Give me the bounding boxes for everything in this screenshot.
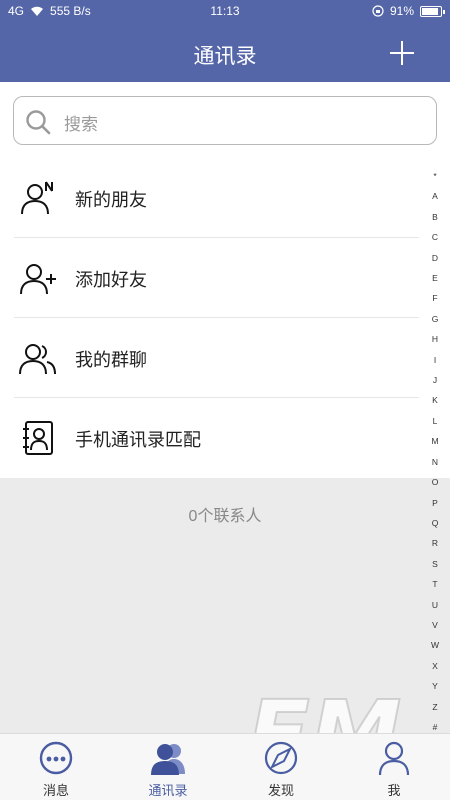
new-friend-icon <box>21 181 53 215</box>
plus-icon[interactable] <box>390 41 414 65</box>
alphabet-index-letter[interactable]: N <box>428 452 442 472</box>
alphabet-index-letter[interactable]: Y <box>428 676 442 696</box>
battery-fill <box>422 7 438 15</box>
alphabet-index-letter[interactable]: F <box>428 288 442 308</box>
menu-item-group-chat[interactable]: 我的群聊 <box>14 318 419 398</box>
tab-profile[interactable]: 我 <box>338 734 450 800</box>
alphabet-index-letter[interactable]: T <box>428 574 442 594</box>
alphabet-index-letter[interactable]: J <box>428 370 442 390</box>
alphabet-index[interactable]: * A B C D E F G H I J K L M N O P Q R S T U V W X Y Z # <box>428 166 442 737</box>
contacts-count: 0个联系人 <box>188 508 262 525</box>
alphabet-index-letter[interactable]: W <box>428 635 442 655</box>
search-area: 搜索 <box>0 82 450 158</box>
tab-contacts[interactable]: 通讯录 <box>112 734 224 800</box>
menu-item-label: 添加好友 <box>75 270 147 290</box>
alphabet-index-letter[interactable]: L <box>428 411 442 431</box>
search-icon <box>26 110 51 135</box>
search-input[interactable]: 搜索 <box>13 96 437 145</box>
alphabet-index-letter[interactable]: K <box>428 390 442 410</box>
discover-icon <box>264 741 298 775</box>
contacts-menu: 新的朋友 添加好友 我的群聊 手机通讯录匹配 <box>0 158 450 478</box>
alphabet-index-letter[interactable]: Q <box>428 513 442 533</box>
add-friend-icon <box>20 264 56 295</box>
bottom-tab-bar: 消息 通讯录 发现 我 <box>0 733 450 800</box>
alphabet-index-letter[interactable]: G <box>428 309 442 329</box>
alphabet-index-letter[interactable]: * <box>428 166 442 186</box>
alphabet-index-letter[interactable]: C <box>428 227 442 247</box>
alphabet-index-letter[interactable]: S <box>428 554 442 574</box>
status-bar: 4G 555 B/s 11:13 91% <box>0 0 450 24</box>
menu-item-add-friend[interactable]: 添加好友 <box>14 238 419 318</box>
alphabet-index-letter[interactable]: B <box>428 207 442 227</box>
tab-label: 通讯录 <box>148 783 188 798</box>
search-placeholder: 搜索 <box>64 115 98 134</box>
rotation-lock-icon <box>372 5 384 17</box>
alphabet-index-letter[interactable]: Z <box>428 697 442 717</box>
phone-contacts-icon <box>23 421 53 455</box>
alphabet-index-letter[interactable]: E <box>428 268 442 288</box>
battery-icon <box>420 5 445 17</box>
tab-messages[interactable]: 消息 <box>0 734 112 800</box>
title-bar: 通讯录 <box>0 24 450 82</box>
menu-item-phone-contacts[interactable]: 手机通讯录匹配 <box>14 398 419 478</box>
menu-item-label: 手机通讯录匹配 <box>75 430 201 450</box>
tab-label: 我 <box>387 783 401 798</box>
alphabet-index-letter[interactable]: A <box>428 186 442 206</box>
menu-item-label: 我的群聊 <box>75 350 147 370</box>
tab-label: 消息 <box>42 783 69 798</box>
tab-discover[interactable]: 发现 <box>225 734 337 800</box>
alphabet-index-letter[interactable]: H <box>428 329 442 349</box>
alphabet-index-letter[interactable]: O <box>428 472 442 492</box>
battery-percent: 91% <box>389 4 414 18</box>
alphabet-index-letter[interactable]: X <box>428 656 442 676</box>
alphabet-index-letter[interactable]: I <box>428 350 442 370</box>
page-title: 通讯录 <box>193 45 257 68</box>
alphabet-index-letter[interactable]: M <box>428 431 442 451</box>
tab-label: 发现 <box>267 783 294 798</box>
alphabet-index-letter[interactable]: P <box>428 493 442 513</box>
alphabet-index-letter[interactable]: V <box>428 615 442 635</box>
menu-item-new-friends[interactable]: 新的朋友 <box>14 158 419 238</box>
profile-icon <box>378 741 410 776</box>
alphabet-index-letter[interactable]: R <box>428 533 442 553</box>
group-chat-icon <box>19 344 56 375</box>
alphabet-index-letter[interactable]: D <box>428 248 442 268</box>
messages-icon <box>39 741 73 775</box>
menu-item-label: 新的朋友 <box>75 190 147 210</box>
alphabet-index-letter[interactable]: U <box>428 595 442 615</box>
contacts-icon <box>151 744 185 775</box>
